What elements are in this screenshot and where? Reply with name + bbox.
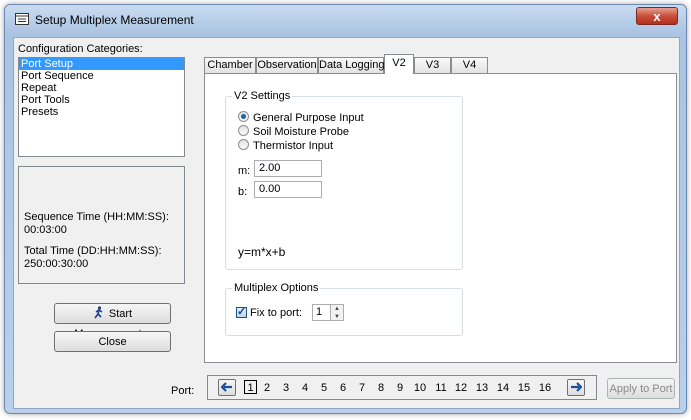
sequence-time-label: Sequence Time (HH:MM:SS): — [24, 211, 169, 223]
tab-chamber[interactable]: Chamber — [204, 57, 256, 73]
port-label: Port: — [171, 385, 195, 397]
fix-to-port-label: Fix to port: — [250, 307, 302, 319]
port-number-9[interactable]: 9 — [394, 381, 406, 395]
spinner-down-icon[interactable]: ▼ — [331, 312, 343, 320]
arrow-left-icon — [220, 382, 232, 392]
title-bar: Setup Multiplex Measurement x — [5, 5, 686, 35]
port-number-8[interactable]: 8 — [375, 381, 387, 395]
port-number-16[interactable]: 16 — [537, 381, 553, 395]
apply-to-port-button[interactable]: Apply to Port — [607, 378, 675, 399]
fix-to-port-checkbox[interactable]: Fix to port: — [236, 305, 302, 319]
radio-button-icon — [238, 111, 249, 122]
total-time-value: 250:00:30:00 — [24, 258, 89, 270]
port-number-13[interactable]: 13 — [474, 381, 490, 395]
dialog-window: Setup Multiplex Measurement x Configurat… — [4, 4, 687, 414]
config-item-port-sequence[interactable]: Port Sequence — [19, 70, 184, 82]
port-number-14[interactable]: 14 — [495, 381, 511, 395]
radio-general-purpose-input[interactable]: General Purpose Input — [238, 111, 364, 124]
b-label: b: — [238, 186, 248, 198]
tab-observation[interactable]: Observation — [256, 57, 318, 73]
port-selector: 1 2 3 4 5 6 7 8 9 10 11 12 13 14 15 16 — [207, 375, 597, 400]
fix-port-spinner[interactable]: 1 ▲ ▼ — [312, 304, 344, 321]
radio-thermistor-input[interactable]: Thermistor Input — [238, 139, 333, 152]
port-number-7[interactable]: 7 — [356, 381, 368, 395]
checkbox-checked-icon — [236, 305, 247, 318]
tab-data-logging[interactable]: Data Logging — [318, 57, 384, 73]
radio-label: Thermistor Input — [253, 140, 334, 152]
fix-port-value: 1 — [316, 306, 323, 318]
config-item-repeat[interactable]: Repeat — [19, 82, 184, 94]
running-person-icon — [94, 306, 103, 319]
next-port-button[interactable] — [567, 379, 585, 396]
radio-label: Soil Moisture Probe — [253, 126, 349, 138]
config-categories-list[interactable]: Port Setup Port Sequence Repeat Port Too… — [18, 57, 185, 157]
window-title: Setup Multiplex Measurement — [35, 13, 194, 27]
spinner-buttons[interactable]: ▲ ▼ — [330, 305, 343, 320]
radio-label: General Purpose Input — [253, 112, 364, 124]
multiplex-options-group: Multiplex Options Fix to port: 1 ▲ ▼ — [225, 282, 463, 336]
v2-settings-title: V2 Settings — [232, 90, 293, 102]
config-item-presets[interactable]: Presets — [19, 106, 184, 118]
m-label: m: — [238, 165, 251, 177]
port-number-3[interactable]: 3 — [280, 381, 292, 395]
sequence-time-value: 00:03:00 — [24, 224, 67, 236]
port-number-5[interactable]: 5 — [318, 381, 330, 395]
port-number-15[interactable]: 15 — [516, 381, 532, 395]
tab-v2[interactable]: V2 — [384, 54, 414, 74]
equation-text: y=m*x+b — [238, 245, 286, 259]
time-info-box: Sequence Time (HH:MM:SS): 00:03:00 Total… — [18, 166, 185, 284]
radio-soil-moisture-probe[interactable]: Soil Moisture Probe — [238, 125, 349, 138]
config-categories-label: Configuration Categories: — [18, 43, 143, 55]
start-measurement-button[interactable]: Start Measurement... — [54, 303, 171, 340]
port-number-11[interactable]: 11 — [433, 381, 449, 395]
dialog-client-area: Configuration Categories: Port Setup Por… — [13, 37, 680, 409]
tab-v3[interactable]: V3 — [414, 57, 451, 73]
port-number-2[interactable]: 2 — [261, 381, 273, 395]
port-number-10[interactable]: 10 — [412, 381, 428, 395]
radio-button-icon — [238, 139, 249, 150]
tab-v4[interactable]: V4 — [451, 57, 488, 73]
multiplex-options-title: Multiplex Options — [232, 282, 321, 294]
m-input[interactable]: 2.00 — [254, 160, 322, 177]
app-window-icon — [15, 13, 29, 25]
radio-button-icon — [238, 125, 249, 136]
config-item-port-setup[interactable]: Port Setup — [19, 58, 184, 70]
port-number-6[interactable]: 6 — [337, 381, 349, 395]
arrow-right-icon — [571, 382, 583, 392]
window-close-button[interactable]: x — [636, 7, 678, 25]
config-item-port-tools[interactable]: Port Tools — [19, 94, 184, 106]
b-input[interactable]: 0.00 — [254, 181, 322, 198]
port-number-4[interactable]: 4 — [299, 381, 311, 395]
port-number-1[interactable]: 1 — [244, 380, 257, 394]
prev-port-button[interactable] — [218, 379, 236, 396]
v2-settings-group: V2 Settings General Purpose Input Soil M… — [225, 90, 463, 270]
port-number-12[interactable]: 12 — [453, 381, 469, 395]
spinner-up-icon[interactable]: ▲ — [331, 305, 343, 313]
close-button[interactable]: Close — [54, 331, 171, 352]
total-time-label: Total Time (DD:HH:MM:SS): — [24, 245, 162, 257]
tab-panel-v2: V2 Settings General Purpose Input Soil M… — [204, 73, 677, 363]
